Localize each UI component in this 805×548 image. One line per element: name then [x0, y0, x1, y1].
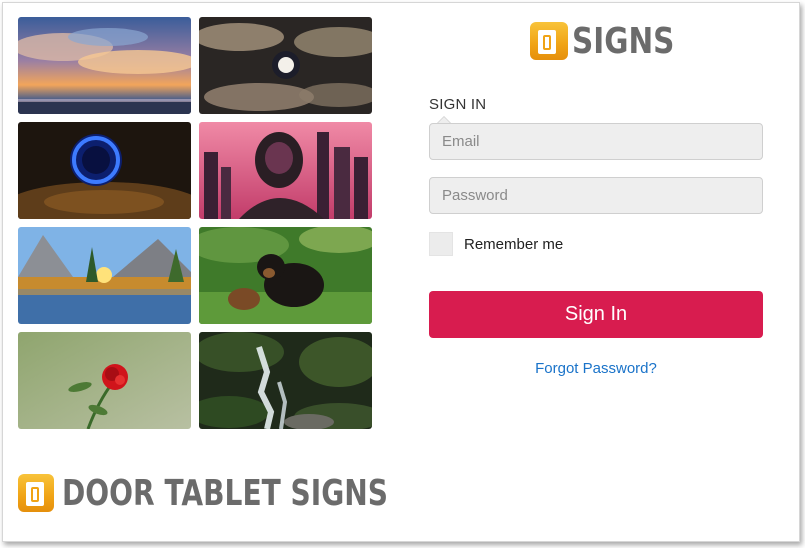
door-tablet-logo-icon: [18, 474, 54, 512]
heading-caret-icon: [437, 116, 451, 123]
brand-name-bottom: DOOR TABLET SIGNS: [62, 472, 389, 514]
password-field[interactable]: [429, 177, 763, 214]
remember-me-label[interactable]: Remember me: [464, 236, 563, 253]
email-field[interactable]: [429, 123, 763, 160]
full-moon-clouds-night-image: [199, 17, 372, 114]
login-window: SIGNS DOOR TABLET SIGNS SIGN IN Email Re…: [2, 2, 800, 542]
astronaut-helmet-pink-city-image: [199, 122, 372, 219]
red-rose-image: [18, 332, 191, 429]
signin-heading: SIGN IN: [429, 96, 487, 113]
forgot-password-link[interactable]: Forgot Password?: [429, 360, 763, 377]
door-tablet-logo-icon: [530, 22, 568, 60]
sunset-clouds-over-sea-image: [18, 17, 191, 114]
brand-logo-top: SIGNS: [530, 20, 697, 62]
puppy-on-grass-image: [199, 227, 372, 324]
remember-me-row: Remember me: [429, 232, 563, 256]
remember-me-checkbox[interactable]: [429, 232, 453, 256]
brand-name-top: SIGNS: [572, 20, 675, 62]
blue-portal-cave-image: [18, 122, 191, 219]
sign-in-button[interactable]: Sign In: [429, 291, 763, 338]
image-gallery: [18, 17, 372, 429]
forest-waterfall-image: [199, 332, 372, 429]
brand-logo-bottom: DOOR TABLET SIGNS: [18, 472, 480, 514]
mountain-lake-sunrise-image: [18, 227, 191, 324]
